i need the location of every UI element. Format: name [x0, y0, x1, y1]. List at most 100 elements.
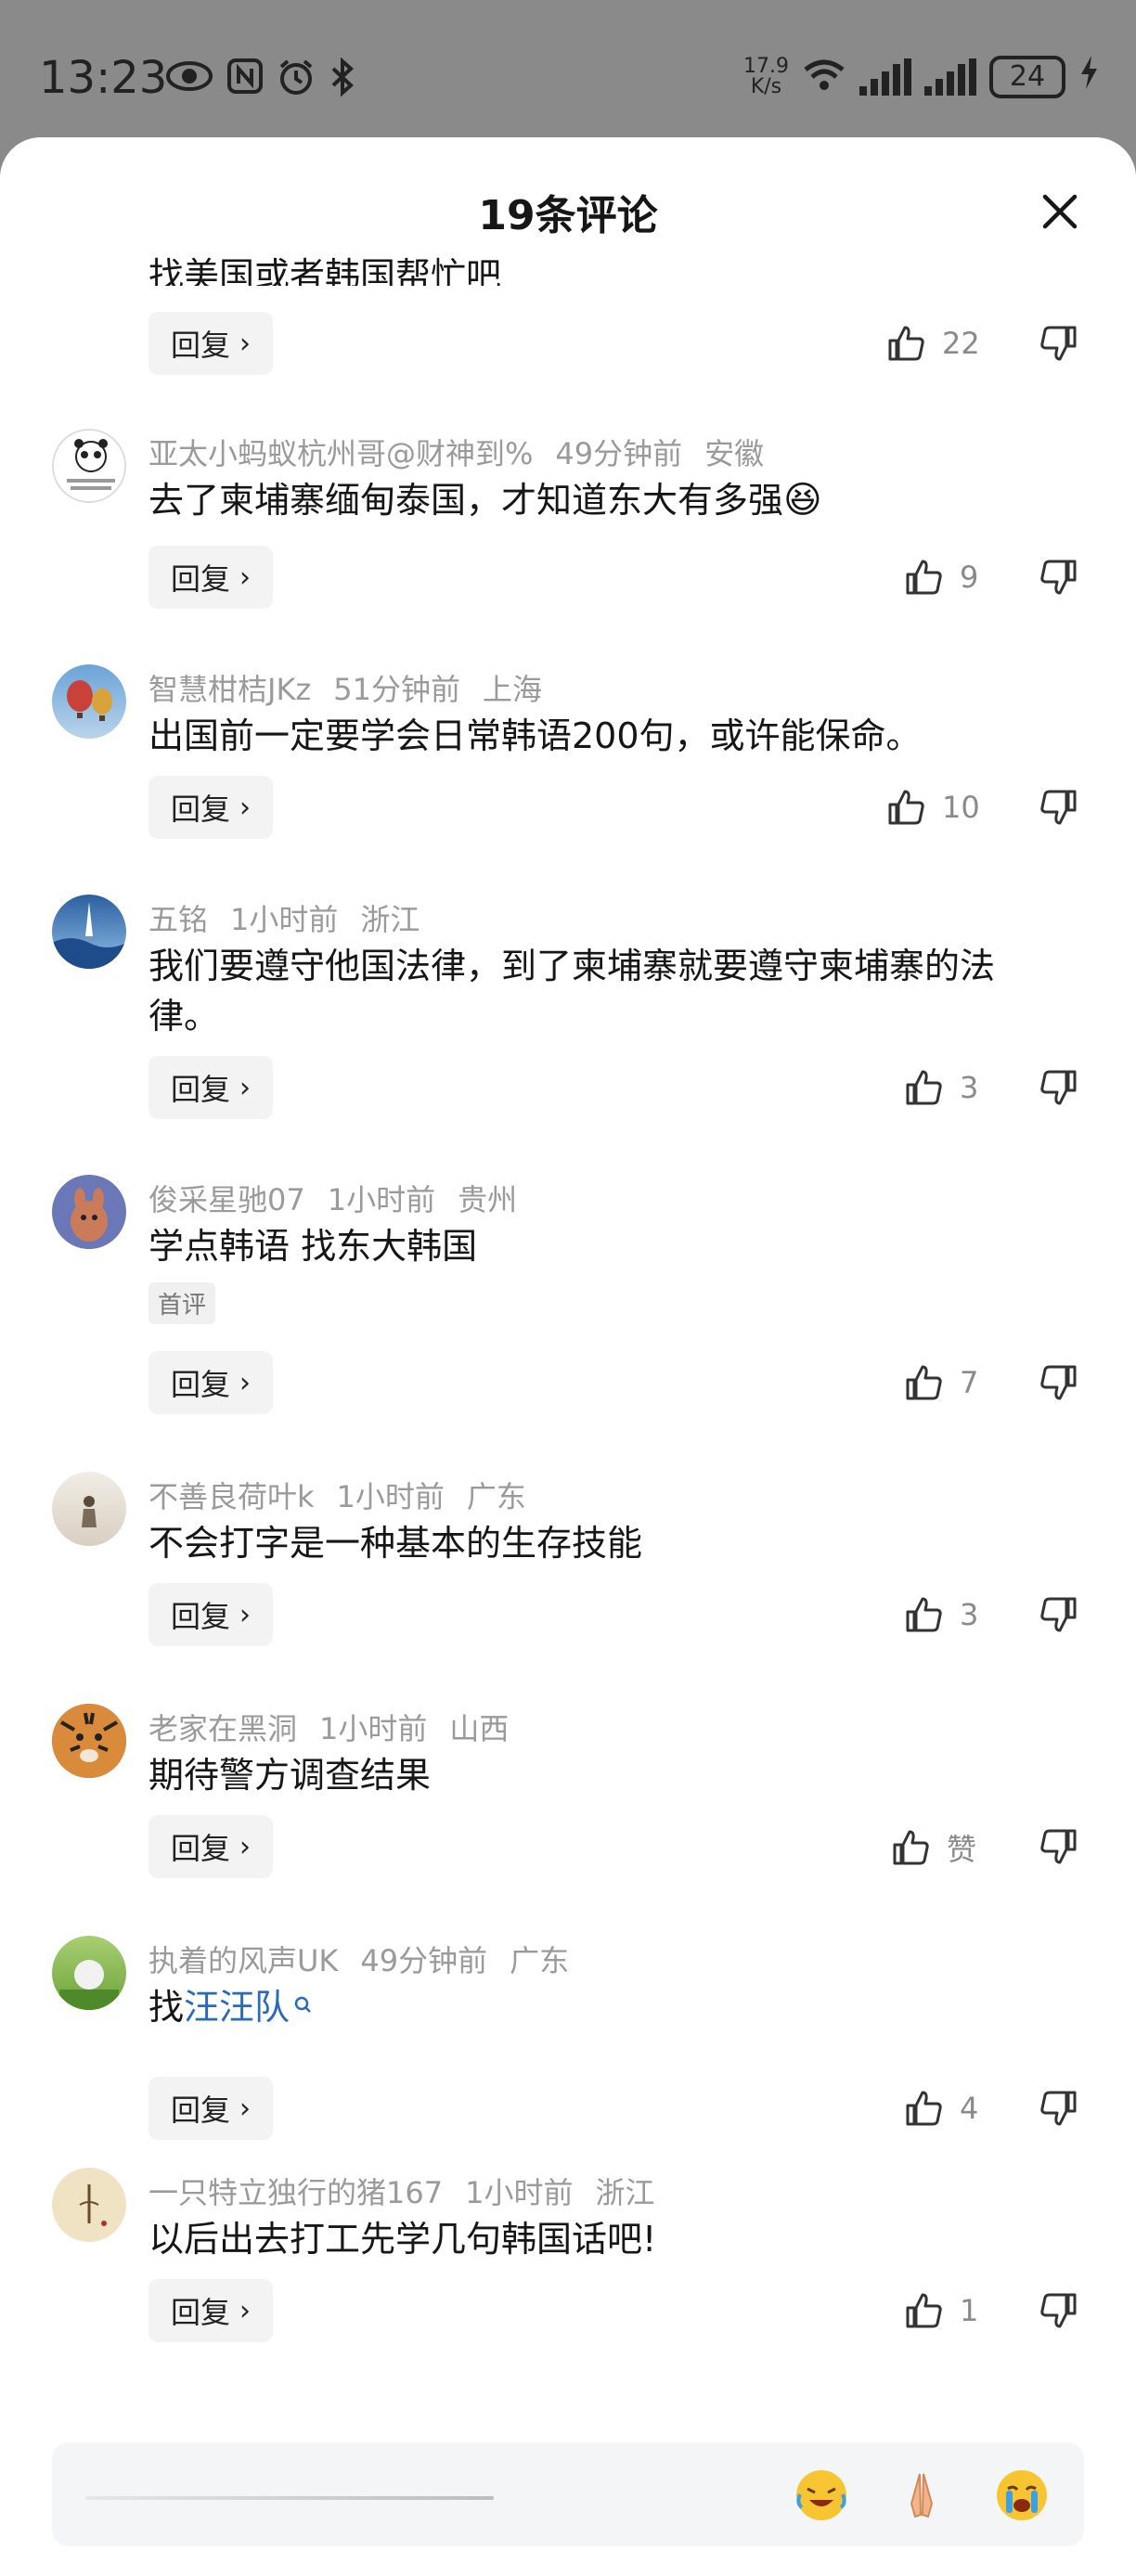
net-speed-unit: K/s [750, 74, 782, 98]
thumbs-up-icon [888, 790, 924, 825]
comments-sheet: 19条评论 找美国或者韩国帮忙吧 回复 › 22 亚太小蚂蚁杭州哥@财神到% 49分… [0, 137, 1136, 2576]
comment-text-content: 找美国或者韩国帮忙吧 [148, 255, 502, 286]
reply-button[interactable]: 回复 › [148, 1815, 274, 1878]
comment-input-bar[interactable] [52, 2442, 1084, 2546]
panda-meme-avatar-icon [67, 439, 115, 490]
chevron-right-icon: › [239, 2294, 252, 2327]
dislike-button[interactable] [1038, 1594, 1078, 1639]
like-button[interactable]: 10 [886, 787, 980, 828]
dislike-button[interactable] [1038, 557, 1078, 601]
comment-location: 浙江 [360, 902, 420, 937]
reply-label: 回复 [171, 792, 231, 827]
chevron-right-icon: › [239, 1071, 252, 1104]
like-button[interactable]: 4 [904, 2088, 978, 2129]
tiger-avatar-icon [52, 1704, 126, 1778]
thumbs-down-icon [1040, 326, 1077, 361]
dislike-button[interactable] [1038, 1362, 1078, 1407]
dislike-button[interactable] [1038, 2088, 1078, 2132]
dislike-button[interactable] [1038, 1067, 1078, 1112]
like-count: 10 [942, 790, 980, 825]
avatar[interactable] [52, 429, 126, 503]
reply-button[interactable]: 回复 › [148, 1056, 274, 1119]
praying-hands-emoji-icon[interactable] [893, 2467, 950, 2524]
avatar[interactable] [52, 1936, 126, 2010]
ocean-avatar-icon [52, 902, 126, 969]
status-time: 13:23 [39, 52, 168, 104]
comment-text: 出国前一定要学会日常韩语200句，或许能保命。 [148, 711, 1058, 761]
thumbs-down-icon [1040, 1365, 1077, 1400]
ink-painting-avatar-icon [79, 2184, 107, 2226]
reply-label: 回复 [171, 328, 231, 363]
username[interactable]: 五铭 [148, 902, 208, 937]
comment-input-field[interactable] [85, 2496, 494, 2500]
comment-location: 贵州 [458, 1182, 518, 1217]
comment-meta: 智慧柑桔JKz 51分钟前 上海 [148, 666, 564, 709]
like-count: 4 [960, 2091, 979, 2126]
comment-text: 学点韩语 找东大韩国 [148, 1221, 1058, 1271]
like-button[interactable]: 3 [904, 1067, 978, 1108]
username[interactable]: 老家在黑洞 [148, 1711, 297, 1746]
close-icon [1042, 194, 1078, 229]
comment-time: 1小时前 [327, 1182, 436, 1217]
eye-icon [165, 58, 213, 103]
comment-text-content: 出国前一定要学会日常韩语200句，或许能保命。 [148, 715, 922, 756]
username[interactable]: 亚太小蚂蚁杭州哥@财神到% [148, 436, 533, 471]
like-button[interactable]: 3 [904, 1594, 978, 1635]
reply-button[interactable]: 回复 › [148, 2077, 274, 2140]
chevron-right-icon: › [239, 327, 252, 360]
dislike-button[interactable] [1038, 2290, 1078, 2335]
comment-time: 49分钟前 [360, 1943, 488, 1978]
bluetooth-icon [329, 57, 356, 103]
close-button[interactable] [1038, 189, 1082, 234]
like-button[interactable]: 9 [904, 557, 978, 598]
thumbs-up-icon [906, 1070, 942, 1105]
chevron-right-icon: › [239, 1830, 252, 1863]
like-count: 9 [960, 560, 979, 595]
comment-location: 广东 [466, 1479, 526, 1514]
dislike-button[interactable] [1038, 787, 1078, 831]
chevron-right-icon: › [239, 560, 252, 594]
username[interactable]: 智慧柑桔JKz [148, 672, 311, 707]
like-button[interactable]: 赞 [891, 1826, 976, 1869]
reply-button[interactable]: 回复 › [148, 546, 274, 609]
reply-button[interactable]: 回复 › [148, 1583, 274, 1646]
comment-text-content: 学点韩语 找东大韩国 [148, 1226, 478, 1267]
avatar[interactable] [52, 664, 126, 739]
comment-text-content: 去了柬埔寨缅甸泰国，才知道东大有多强 [148, 480, 784, 521]
reply-button[interactable]: 回复 › [148, 2279, 274, 2342]
like-button[interactable]: 7 [904, 1362, 978, 1403]
avatar[interactable] [52, 1472, 126, 1546]
laughing-crying-emoji-icon[interactable] [793, 2467, 850, 2524]
reply-button[interactable]: 回复 › [148, 776, 274, 839]
username[interactable]: 执着的风声UK [148, 1943, 338, 1978]
comment-meta: 亚太小蚂蚁杭州哥@财神到% 49分钟前 安徽 [148, 431, 786, 473]
charging-icon [1078, 54, 1099, 99]
like-button[interactable]: 1 [904, 2290, 978, 2331]
chevron-right-icon: › [239, 2092, 252, 2125]
comment-meta: 执着的风声UK 49分钟前 广东 [148, 1938, 591, 1980]
username[interactable]: 不善良荷叶k [148, 1479, 315, 1514]
signal-strength-icon [859, 58, 911, 96]
username[interactable]: 俊采星驰07 [148, 1182, 305, 1217]
like-count: 7 [960, 1365, 979, 1400]
reply-button[interactable]: 回复 › [148, 1351, 274, 1414]
avatar[interactable] [52, 1704, 126, 1778]
dislike-button[interactable] [1038, 323, 1078, 367]
first-comment-badge: 首评 [148, 1282, 216, 1324]
dislike-button[interactable] [1038, 1826, 1078, 1871]
avatar[interactable] [52, 1175, 126, 1249]
crying-emoji-icon[interactable] [993, 2467, 1051, 2524]
avatar[interactable] [52, 895, 126, 969]
username[interactable]: 一只特立独行的猪167 [148, 2175, 443, 2210]
reply-button[interactable]: 回复 › [148, 312, 274, 375]
thumbs-down-icon [1040, 790, 1077, 825]
like-count: 3 [960, 1070, 979, 1105]
search-link[interactable]: 汪汪队 [184, 1987, 290, 2028]
thumbs-up-icon [906, 560, 942, 595]
comment-text: 我们要遵守他国法律，到了柬埔寨就要遵守柬埔寨的法律。 [148, 941, 1058, 1041]
like-button[interactable]: 22 [886, 323, 980, 364]
avatar[interactable] [52, 2168, 126, 2242]
thumbs-up-icon [906, 2091, 942, 2126]
search-icon[interactable] [293, 1982, 314, 2032]
comment-location: 广东 [510, 1943, 570, 1978]
